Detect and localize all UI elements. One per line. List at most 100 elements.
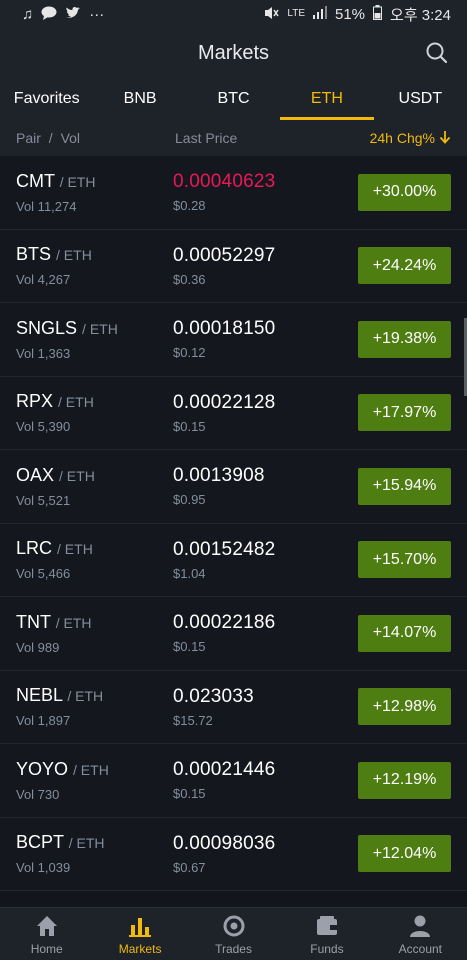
nav-home[interactable]: Home: [0, 908, 93, 960]
pair-base: BTS: [16, 244, 52, 265]
nav-account-label: Account: [398, 942, 442, 956]
tab-eth[interactable]: ETH: [280, 78, 375, 120]
tab-bnb[interactable]: BNB: [93, 78, 186, 120]
last-price: 0.00040623: [173, 171, 276, 193]
nav-account[interactable]: Account: [374, 908, 467, 960]
search-icon[interactable]: [425, 41, 449, 65]
vol-sort-label[interactable]: Vol: [61, 130, 80, 146]
app-header: Markets: [0, 28, 467, 78]
trades-icon: [223, 915, 245, 937]
usd-price: $15.72: [173, 712, 213, 728]
market-row-rpx[interactable]: RPX / ETH Vol 5,390 0.00022128 $0.15 +17.9…: [0, 377, 467, 450]
mute-icon: [263, 6, 280, 23]
change-badge[interactable]: +12.19%: [358, 761, 451, 799]
battery-icon: [373, 5, 383, 23]
home-icon: [36, 916, 57, 936]
message-notification-icon: [41, 6, 57, 23]
pair-base: LRC: [16, 538, 53, 559]
pair-volume: Vol 5,390: [16, 419, 71, 435]
clock: 오후 3:24: [390, 6, 451, 24]
tab-btc[interactable]: BTC: [187, 78, 280, 120]
sort-down-arrow-icon: [439, 130, 451, 147]
pair-quote: / ETH: [57, 541, 93, 558]
pair-sort-label[interactable]: Pair: [16, 130, 41, 146]
nav-funds[interactable]: Funds: [280, 908, 373, 960]
network-type-label: LTE: [287, 8, 305, 19]
pair-base: OAX: [16, 464, 55, 485]
change-badge[interactable]: +19.38%: [358, 320, 451, 358]
pair-volume: Vol 1,039: [16, 860, 71, 876]
usd-price: $0.15: [173, 418, 206, 434]
pair-quote: / ETH: [67, 688, 104, 705]
market-row-lrc[interactable]: LRC / ETH Vol 5,466 0.00152482 $1.04 +15.7…: [0, 524, 467, 597]
pair-volume: Vol 730: [16, 786, 60, 802]
pair-base: YOYO: [16, 758, 69, 779]
change-badge[interactable]: +12.04%: [358, 835, 451, 873]
pair-volume: Vol 4,267: [16, 272, 71, 288]
pair-volume: Vol 5,466: [16, 566, 71, 582]
pair-base: RPX: [16, 391, 54, 412]
bottom-nav: Home Markets Trades Funds Account: [0, 907, 467, 960]
pair-volume: Vol 5,521: [16, 492, 71, 508]
usd-price: $1.04: [173, 565, 206, 581]
tab-usdt[interactable]: USDT: [374, 78, 467, 120]
usd-price: $0.95: [173, 492, 206, 508]
status-left: ♫ ···: [22, 6, 104, 23]
last-price: 0.00098036: [173, 832, 276, 854]
market-row-yoyo[interactable]: YOYO / ETH Vol 730 0.00021446 $0.15 +12.19…: [0, 744, 467, 818]
change-header-label: 24h Chg%: [369, 130, 435, 146]
market-row-nebl[interactable]: NEBL / ETH Vol 1,897 0.023033 $15.72 +12.9…: [0, 671, 467, 744]
last-price: 0.00022186: [173, 612, 276, 634]
music-notification-icon: ♫: [22, 5, 34, 23]
pair-volume: Vol 11,274: [16, 198, 77, 214]
last-price: 0.023033: [173, 685, 254, 707]
change-badge[interactable]: +24.24%: [358, 247, 451, 285]
change-badge[interactable]: +17.97%: [358, 394, 451, 432]
pair-base: TNT: [16, 611, 51, 632]
pair-quote: / ETH: [82, 320, 118, 337]
tab-favorites[interactable]: Favorites: [0, 78, 93, 120]
pair-volume: Vol 1,897: [16, 713, 71, 729]
market-row-oax[interactable]: OAX / ETH Vol 5,521 0.0013908 $0.95 +15.94…: [0, 450, 467, 524]
pair-quote: / ETH: [68, 835, 105, 852]
nav-home-label: Home: [30, 942, 63, 956]
nav-trades[interactable]: Trades: [187, 908, 280, 960]
account-icon: [410, 915, 431, 937]
market-row-tnt[interactable]: TNT / ETH Vol 989 0.00022186 $0.15 +14.07%: [0, 597, 467, 671]
usd-price: $0.67: [173, 859, 206, 875]
twitter-notification-icon: [65, 6, 81, 23]
pair-base: BCPT: [16, 832, 64, 853]
change-badge[interactable]: +15.94%: [358, 467, 451, 505]
last-price: 0.00152482: [173, 538, 276, 560]
nav-markets[interactable]: Markets: [93, 908, 186, 960]
change-badge[interactable]: +14.07%: [358, 614, 451, 652]
last-price: 0.00021446: [173, 759, 276, 781]
header-separator: /: [48, 130, 53, 146]
last-price-header[interactable]: Last Price: [175, 130, 370, 146]
change-header[interactable]: 24h Chg%: [370, 130, 451, 147]
last-price: 0.00018150: [173, 318, 276, 340]
pair-quote: / ETH: [59, 173, 96, 190]
market-row-bcpt[interactable]: BCPT / ETH Vol 1,039 0.00098036 $0.67 +12.…: [0, 818, 467, 891]
battery-percent: 51%: [335, 5, 366, 23]
market-row-bts[interactable]: BTS / ETH Vol 4,267 0.00052297 $0.36 +24.2…: [0, 230, 467, 303]
market-row-sngls[interactable]: SNGLS / ETH Vol 1,363 0.00018150 $0.12 +19…: [0, 303, 467, 377]
usd-price: $0.36: [173, 271, 206, 287]
status-right: LTE 51% 오후 3:24: [263, 4, 451, 25]
market-row-cmt[interactable]: CMT / ETH Vol 11,274 0.00040623 $0.28 +30.…: [0, 156, 467, 230]
nav-markets-label: Markets: [118, 942, 162, 956]
last-price: 0.0013908: [173, 465, 265, 487]
change-badge[interactable]: +12.98%: [358, 688, 451, 726]
change-badge[interactable]: +30.00%: [358, 173, 451, 211]
last-price: 0.00022128: [173, 391, 276, 413]
pair-volume: Vol 1,363: [16, 345, 71, 361]
status-bar: ♫ ··· LTE 51% 오후 3:24: [0, 0, 467, 28]
more-notifications-icon: ···: [89, 5, 105, 23]
pair-quote: / ETH: [55, 614, 92, 631]
change-badge[interactable]: +15.70%: [358, 541, 451, 579]
pair-quote: / ETH: [56, 247, 92, 264]
pair-vol-header[interactable]: Pair / Vol: [16, 130, 175, 146]
wallet-icon: [316, 916, 337, 935]
page-title: Markets: [197, 41, 270, 64]
usd-price: $0.12: [173, 345, 206, 361]
